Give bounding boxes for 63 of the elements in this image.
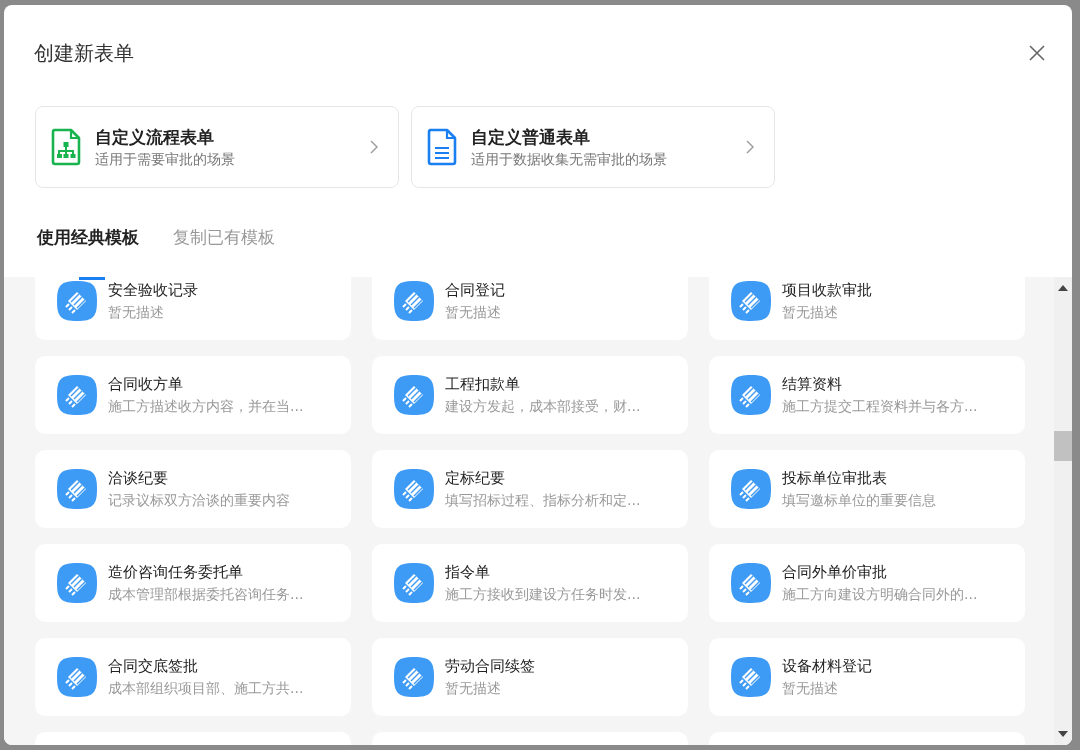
template-description: 成本部组织项目部、施工方共... — [108, 679, 304, 698]
template-name: 指令单 — [445, 562, 491, 582]
template-name: 设备材料登记 — [782, 656, 872, 676]
template-description: 填写邀标单位的重要信息 — [782, 491, 936, 510]
template-description: 成本管理部根据委托咨询任务... — [108, 585, 304, 604]
option-description: 适用于数据收集无需审批的场景 — [471, 150, 668, 169]
template-card[interactable]: 合同登记 暂无描述 — [372, 277, 688, 340]
template-name: 合同交底签批 — [108, 656, 199, 676]
template-card[interactable]: 造价咨询任务委托单 成本管理部根据委托咨询任务... — [35, 544, 351, 622]
template-name: 定标纪要 — [445, 468, 506, 488]
template-card[interactable]: 项目收款审批 暂无描述 — [709, 277, 1025, 340]
dialog-title: 创建新表单 — [34, 39, 134, 67]
scrollbar-thumb[interactable] — [1054, 431, 1072, 461]
template-description: 暂无描述 — [445, 303, 502, 322]
template-card[interactable]: 合同收方单 施工方描述收方内容，并在当... — [35, 356, 351, 434]
template-card[interactable]: 指令单 施工方接收到建设方任务时发... — [372, 544, 688, 622]
create-option-card[interactable]: 自定义流程表单 适用于需要审批的场景 — [35, 106, 399, 188]
template-card[interactable]: 安全验收记录 暂无描述 — [35, 277, 351, 340]
template-description: 建设方发起，成本部接受，财... — [445, 397, 641, 416]
template-description: 施工方描述收方内容，并在当... — [108, 397, 304, 416]
scroll-up-icon[interactable] — [1058, 285, 1068, 291]
template-card[interactable]: 投标单位审批表 填写邀标单位的重要信息 — [709, 450, 1025, 528]
template-description: 施工方向建设方明确合同外的... — [782, 585, 978, 604]
document-icon — [427, 128, 457, 166]
template-card[interactable]: 洽谈纪要 记录议标双方洽谈的重要内容 — [35, 450, 351, 528]
template-name: 安全验收记录 — [108, 280, 198, 300]
scrollbar[interactable] — [1054, 277, 1072, 745]
template-description: 暂无描述 — [782, 303, 839, 322]
template-description: 施工方提交工程资料并与各方... — [782, 397, 978, 416]
template-name: 投标单位审批表 — [782, 468, 888, 488]
tab[interactable]: 使用经典模板 — [37, 226, 139, 250]
chevron-right-icon — [746, 140, 754, 154]
chevron-right-icon — [370, 140, 378, 154]
create-option-card[interactable]: 自定义普通表单 适用于数据收集无需审批的场景 — [411, 106, 775, 188]
option-title: 自定义普通表单 — [471, 125, 591, 149]
template-description: 施工方接收到建设方任务时发... — [445, 585, 641, 604]
template-name: 合同登记 — [445, 280, 505, 300]
template-card[interactable]: 结算资料 施工方提交工程资料并与各方... — [709, 356, 1025, 434]
template-name: 结算资料 — [782, 374, 843, 394]
template-card[interactable]: 合同交底签批 成本部组织项目部、施工方共... — [35, 638, 351, 716]
option-title: 自定义流程表单 — [95, 125, 215, 149]
template-name: 劳动合同续签 — [445, 656, 535, 676]
template-card[interactable]: 工程扣款单 建设方发起，成本部接受，财... — [372, 356, 688, 434]
template-name: 洽谈纪要 — [108, 468, 169, 488]
template-card[interactable]: 合同外单价审批 施工方向建设方明确合同外的... — [709, 544, 1025, 622]
tab-indicator — [79, 277, 105, 280]
template-card[interactable]: 设备材料登记 暂无描述 — [709, 638, 1025, 716]
template-description: 暂无描述 — [445, 679, 502, 698]
flowchart-file-icon — [51, 128, 81, 166]
template-name: 项目收款审批 — [782, 280, 872, 300]
close-icon[interactable] — [1028, 44, 1046, 62]
template-description: 暂无描述 — [782, 679, 839, 698]
option-description: 适用于需要审批的场景 — [95, 150, 236, 169]
template-card[interactable]: 劳动合同续签 暂无描述 — [372, 638, 688, 716]
scroll-down-icon[interactable] — [1058, 731, 1068, 737]
template-card[interactable]: 定标纪要 填写招标过程、指标分析和定... — [372, 450, 688, 528]
template-name: 合同收方单 — [108, 374, 184, 394]
template-name: 合同外单价审批 — [782, 562, 888, 582]
template-description: 记录议标双方洽谈的重要内容 — [108, 491, 290, 510]
template-name: 工程扣款单 — [445, 374, 521, 394]
template-name: 造价咨询任务委托单 — [108, 562, 244, 582]
template-description: 填写招标过程、指标分析和定... — [445, 491, 641, 510]
template-description: 暂无描述 — [108, 303, 165, 322]
